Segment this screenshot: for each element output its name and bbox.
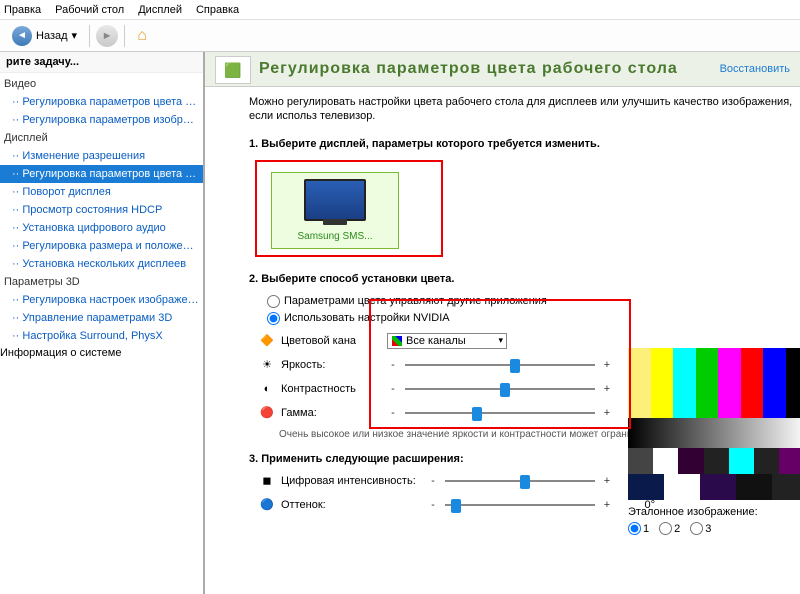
menu-help[interactable]: Справка: [196, 4, 239, 16]
forward-button[interactable]: ►: [96, 25, 118, 47]
color-bars: [628, 348, 800, 418]
brightness-label: Яркость:: [281, 359, 381, 371]
color-channel-row: 🔶 Цветовой кана Все каналы: [259, 333, 800, 349]
hue-slider[interactable]: [445, 499, 595, 511]
main-header: 🟩 Регулировка параметров цвета рабочего …: [205, 52, 800, 87]
restore-link[interactable]: Восстановить: [720, 63, 790, 75]
preview-panel: Эталонное изображение: 1 2 3: [628, 348, 800, 535]
brightness-slider[interactable]: [405, 359, 595, 371]
tree-item[interactable]: ·· Регулировка параметров цвета рабочег: [0, 165, 203, 183]
tree: Видео·· Регулировка параметров цвета для…: [0, 73, 203, 347]
display-item[interactable]: Samsung SMS...: [271, 172, 399, 249]
tree-item[interactable]: ·· Регулировка параметров цвета для вид: [0, 93, 203, 111]
menubar: Правка Рабочий стол Дисплей Справка: [0, 0, 800, 20]
ref-opt-1[interactable]: 1: [628, 522, 649, 535]
reference-label: Эталонное изображение:: [628, 506, 800, 518]
tree-item[interactable]: ·· Установка цифрового аудио: [0, 219, 203, 237]
radio-other-label: Параметрами цвета управляют другие прило…: [284, 295, 547, 307]
back-button[interactable]: ◄ Назад ▾: [6, 24, 83, 48]
brightness-icon: ☀: [259, 357, 275, 373]
menu-desktop[interactable]: Рабочий стол: [55, 4, 124, 16]
channel-icon: 🔶: [259, 333, 275, 349]
forward-arrow-icon: ►: [102, 30, 113, 42]
gamma-label: Гамма:: [281, 407, 381, 419]
plus-icon: +: [601, 475, 613, 487]
minus-icon: -: [387, 383, 399, 395]
plus-icon: +: [601, 499, 613, 511]
step2-title: 2. Выберите способ установки цвета.: [249, 273, 800, 285]
ref-opt-3[interactable]: 3: [690, 522, 711, 535]
tree-item[interactable]: ·· Регулировка размера и положения рабо: [0, 237, 203, 255]
hue-icon: 🔵: [259, 497, 275, 513]
gamma-icon: 🔴: [259, 405, 275, 421]
ref-opt-2[interactable]: 2: [659, 522, 680, 535]
radio-other-input[interactable]: [267, 295, 280, 308]
minus-icon: -: [387, 407, 399, 419]
contrast-slider[interactable]: [405, 383, 595, 395]
channel-label: Цветовой кана: [281, 335, 381, 347]
radio-nvidia-input[interactable]: [267, 312, 280, 325]
intensity-slider[interactable]: [445, 475, 595, 487]
minus-icon: -: [427, 475, 439, 487]
plus-icon: +: [601, 359, 613, 371]
back-label: Назад: [36, 30, 68, 42]
gamma-slider[interactable]: [405, 407, 595, 419]
intensity-icon: ◼: [259, 473, 275, 489]
tree-item[interactable]: ·· Просмотр состояния HDCP: [0, 201, 203, 219]
home-button[interactable]: ⌂: [131, 25, 153, 47]
dropdown-arrow-icon: ▾: [72, 29, 78, 42]
display-label: Samsung SMS...: [297, 231, 372, 242]
reference-radios: 1 2 3: [628, 522, 800, 535]
tree-item[interactable]: ·· Настройка Surround, PhysX: [0, 327, 203, 345]
tree-item[interactable]: ·· Регулировка параметров изображения д: [0, 111, 203, 129]
tree-group: Дисплей: [0, 129, 203, 147]
channel-color-icon: [392, 336, 402, 346]
plus-icon: +: [601, 383, 613, 395]
tree-item[interactable]: ·· Поворот дисплея: [0, 183, 203, 201]
tv-bars: [628, 448, 800, 500]
plus-icon: +: [601, 407, 613, 419]
contrast-label: Контрастность: [281, 383, 381, 395]
tree-group: Параметры 3D: [0, 273, 203, 291]
tree-item[interactable]: ·· Регулировка настроек изображения с пр: [0, 291, 203, 309]
sidebar: рите задачу... Видео·· Регулировка парам…: [0, 52, 205, 594]
gradient-bar: [628, 418, 800, 448]
sidebar-header: рите задачу...: [0, 52, 203, 73]
back-arrow-icon: ◄: [12, 26, 32, 46]
tree-item[interactable]: ·· Изменение разрешения: [0, 147, 203, 165]
separator: [89, 25, 90, 47]
display-selection-box: Samsung SMS...: [255, 160, 443, 257]
monitor-icon: [304, 179, 366, 221]
sidebar-sysinfo[interactable]: Информация о системе: [0, 347, 203, 359]
radio-other-apps[interactable]: Параметрами цвета управляют другие прило…: [267, 295, 800, 308]
page-title: Регулировка параметров цвета рабочего ст…: [259, 60, 678, 78]
menu-edit[interactable]: Правка: [4, 4, 41, 16]
channel-value: Все каналы: [406, 335, 466, 347]
description: Можно регулировать настройки цвета рабоч…: [249, 95, 800, 124]
menu-display[interactable]: Дисплей: [138, 4, 182, 16]
contrast-icon: ◐: [259, 381, 275, 397]
home-icon: ⌂: [137, 27, 147, 45]
minus-icon: -: [387, 359, 399, 371]
intensity-label: Цифровая интенсивность:: [281, 475, 421, 487]
nvidia-logo-icon: 🟩: [215, 56, 251, 84]
separator: [124, 25, 125, 47]
tree-item[interactable]: ·· Установка нескольких дисплеев: [0, 255, 203, 273]
main-panel: 🟩 Регулировка параметров цвета рабочего …: [205, 52, 800, 594]
radio-nvidia-label: Использовать настройки NVIDIA: [284, 312, 450, 324]
hue-label: Оттенок:: [281, 499, 421, 511]
channel-dropdown[interactable]: Все каналы: [387, 333, 507, 349]
tree-item[interactable]: ·· Управление параметрами 3D: [0, 309, 203, 327]
minus-icon: -: [427, 499, 439, 511]
radio-nvidia[interactable]: Использовать настройки NVIDIA: [267, 312, 800, 325]
step1-title: 1. Выберите дисплей, параметры которого …: [249, 138, 800, 150]
tree-group: Видео: [0, 75, 203, 93]
toolbar: ◄ Назад ▾ ► ⌂: [0, 20, 800, 52]
